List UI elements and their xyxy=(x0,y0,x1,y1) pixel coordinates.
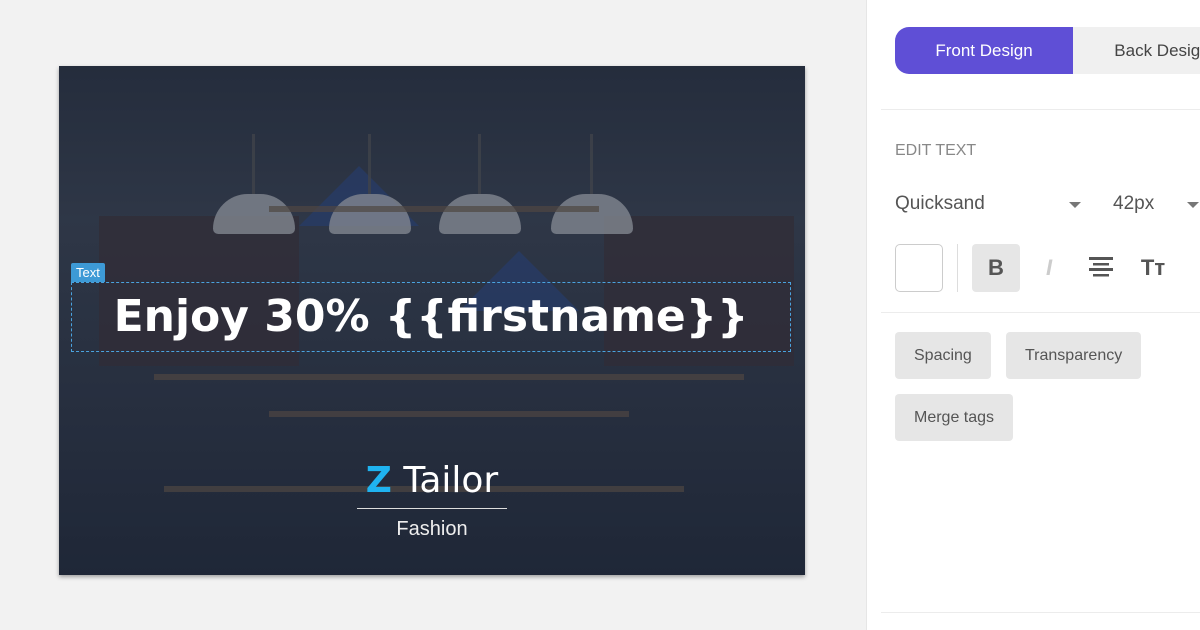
design-tabs: Front Design Back Design xyxy=(895,27,1200,74)
divider xyxy=(957,244,958,292)
font-size-select[interactable]: 42px xyxy=(1113,193,1154,215)
italic-button[interactable]: I xyxy=(1025,244,1073,292)
headline-text[interactable]: Enjoy 30% {{firstname}} xyxy=(71,284,791,350)
bold-button[interactable]: B xyxy=(972,244,1020,292)
text-color-swatch[interactable] xyxy=(895,244,943,292)
transparency-button[interactable]: Transparency xyxy=(1006,332,1142,379)
postcard-preview[interactable]: Text Enjoy 30% {{firstname}} Z Tailor Fa… xyxy=(59,66,805,575)
edit-panel: Front Design Back Design EDIT TEXT Quick… xyxy=(866,0,1200,630)
section-label: EDIT TEXT xyxy=(895,142,977,159)
chevron-down-icon[interactable] xyxy=(1187,202,1199,208)
merge-tags-button[interactable]: Merge tags xyxy=(895,394,1014,441)
logo-divider xyxy=(357,508,507,509)
tab-front-design[interactable]: Front Design xyxy=(895,27,1073,74)
align-center-icon xyxy=(1089,257,1113,277)
divider xyxy=(881,612,1200,613)
spacing-button[interactable]: Spacing xyxy=(895,332,991,379)
logo-text: Tailor xyxy=(403,460,499,501)
align-center-button[interactable] xyxy=(1077,244,1125,292)
text-case-button[interactable]: Tт xyxy=(1129,244,1177,292)
brand-logo[interactable]: Z Tailor xyxy=(357,460,507,501)
font-family-select[interactable]: Quicksand xyxy=(895,193,985,215)
divider xyxy=(881,109,1200,110)
selection-tag: Text xyxy=(71,263,105,282)
divider xyxy=(881,312,1200,313)
chevron-down-icon[interactable] xyxy=(1069,202,1081,208)
canvas-area: Text Enjoy 30% {{firstname}} Z Tailor Fa… xyxy=(0,0,866,630)
logo-mark: Z xyxy=(365,460,392,501)
tab-back-design[interactable]: Back Design xyxy=(1073,27,1200,74)
tagline-text[interactable]: Fashion xyxy=(357,518,507,541)
